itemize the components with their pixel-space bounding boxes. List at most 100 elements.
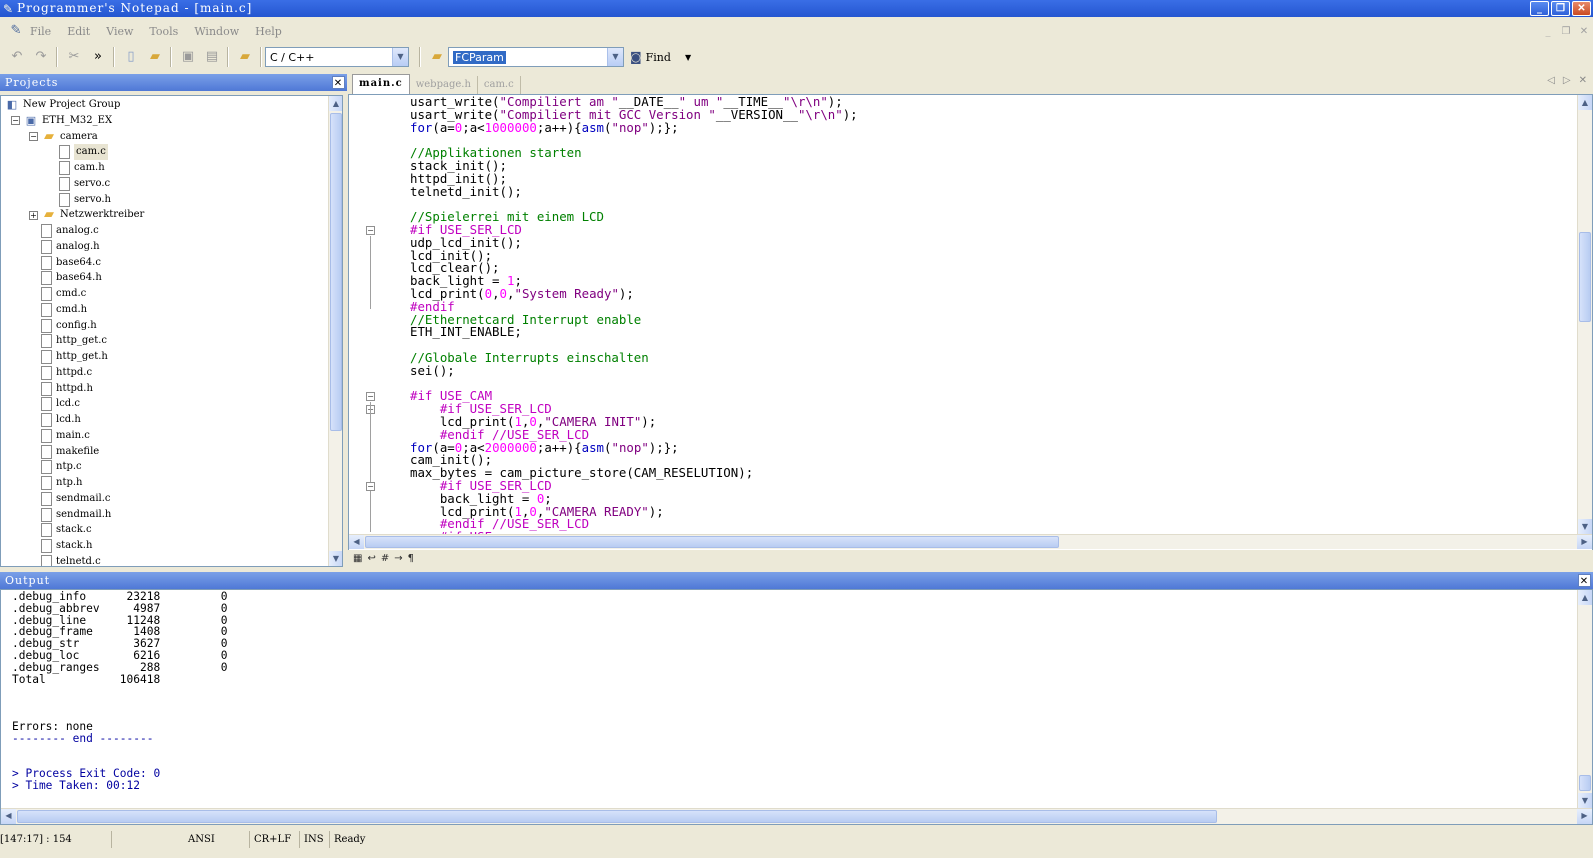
encoding-indicator[interactable]: ANSI <box>184 830 250 848</box>
tree-item[interactable]: sendmail.h <box>41 507 111 523</box>
wrap-toggle-icon[interactable]: ↩ <box>367 553 375 564</box>
tree-item[interactable]: main.c <box>41 428 90 444</box>
search-input[interactable]: FCParam ▼ <box>448 47 624 67</box>
more-tools-chevron-icon[interactable]: » <box>87 46 109 68</box>
close-button[interactable]: ✕ <box>1572 1 1591 16</box>
scroll-right-icon[interactable]: ▶ <box>1577 535 1592 549</box>
mdi-minimize-icon[interactable]: _ <box>1539 26 1557 37</box>
fold-toggle-icon[interactable]: − <box>366 482 375 491</box>
search-folder-icon[interactable]: ▰ <box>426 46 448 68</box>
menu-view[interactable]: View <box>106 25 133 38</box>
fold-toggle-icon[interactable]: − <box>366 392 375 401</box>
output-close-icon[interactable]: ✕ <box>1578 574 1591 587</box>
collapse-icon[interactable]: − <box>29 132 38 141</box>
scroll-left-icon[interactable]: ◀ <box>1 809 16 824</box>
line-ending-indicator[interactable]: CR+LF <box>250 830 300 848</box>
scroll-right-icon[interactable]: ▶ <box>1577 809 1592 824</box>
save-all-icon[interactable]: ▤ <box>201 46 223 68</box>
editor-horizontal-scrollbar[interactable]: ◀ ▶ <box>349 534 1592 549</box>
collapse-icon[interactable]: − <box>11 116 20 126</box>
fold-toggle-icon[interactable]: − <box>366 226 375 235</box>
find-button[interactable]: ◙ Find ▼ <box>630 50 691 64</box>
tree-item[interactable]: stack.h <box>41 538 92 554</box>
tree-item[interactable]: analog.c <box>41 223 99 239</box>
open-project-icon[interactable]: ▰ <box>234 46 256 68</box>
editor-vertical-scrollbar[interactable]: ▲ ▼ <box>1577 95 1592 534</box>
tree-item[interactable]: base64.h <box>41 270 102 286</box>
menu-tools[interactable]: Tools <box>149 25 178 38</box>
tree-item[interactable]: http_get.c <box>41 333 107 349</box>
expand-icon[interactable]: + <box>29 210 38 220</box>
scroll-down-icon[interactable]: ▼ <box>329 551 342 566</box>
scroll-thumb[interactable] <box>365 536 1059 548</box>
tree-item[interactable]: makefile <box>41 444 99 460</box>
tree-item[interactable]: cmd.c <box>41 286 86 302</box>
tree-item[interactable]: stack.c <box>41 522 92 538</box>
tree-item[interactable]: − ▣ ETH_M32_EX <box>11 113 112 129</box>
tree-item[interactable]: ◧ New Project Group <box>5 97 121 113</box>
restore-button[interactable]: ❐ <box>1551 1 1570 16</box>
tab-webpage-h[interactable]: webpage.h <box>410 76 478 95</box>
output-horizontal-scrollbar[interactable]: ◀ ▶ <box>1 808 1592 824</box>
whitespace-icon[interactable]: → <box>394 553 402 564</box>
scroll-thumb[interactable] <box>17 810 1217 823</box>
tree-item[interactable]: cam.h <box>59 160 105 176</box>
tree-item[interactable]: httpd.h <box>41 381 93 397</box>
title-bar[interactable]: ✎ Programmer's Notepad - [main.c] _ ❐ ✕ <box>0 0 1593 17</box>
tree-item[interactable]: telnetd.c <box>41 554 101 566</box>
mdi-restore-icon[interactable]: ❐ <box>1557 26 1575 37</box>
minimize-button[interactable]: _ <box>1530 1 1549 16</box>
tree-item[interactable]: lcd.c <box>41 396 80 412</box>
save-icon[interactable]: ▣ <box>177 46 199 68</box>
tree-item[interactable]: base64.c <box>41 255 101 271</box>
tab-main-c[interactable]: main.c <box>352 74 410 95</box>
tree-item[interactable]: lcd.h <box>41 412 81 428</box>
open-folder-icon[interactable]: ▰ <box>144 46 166 68</box>
tree-item[interactable]: cmd.h <box>41 302 87 318</box>
tree-item[interactable]: analog.h <box>41 239 100 255</box>
scroll-thumb[interactable] <box>1579 775 1591 791</box>
mdi-close-icon[interactable]: ✕ <box>1575 26 1593 37</box>
menu-help[interactable]: Help <box>255 25 282 38</box>
output-text[interactable]: .debug_info 23218 0 .debug_abbrev 4987 0.… <box>12 591 228 792</box>
tree-item[interactable]: http_get.h <box>41 349 108 365</box>
scroll-down-icon[interactable]: ▼ <box>1578 793 1592 808</box>
code-text[interactable]: usart_write("Compiliert am "__DATE__" um… <box>410 95 858 544</box>
menu-edit[interactable]: Edit <box>67 25 90 38</box>
tree-item[interactable]: servo.c <box>59 176 110 192</box>
scroll-down-icon[interactable]: ▼ <box>1578 519 1592 534</box>
find-dropdown-icon[interactable]: ▼ <box>685 53 691 62</box>
new-file-icon[interactable]: ▯ <box>120 46 142 68</box>
menu-file[interactable]: File <box>30 25 51 38</box>
paragraph-icon[interactable]: ¶ <box>408 553 414 564</box>
line-numbers-icon[interactable]: # <box>381 553 389 564</box>
tree-item[interactable]: ntp.c <box>41 459 82 475</box>
chevron-down-icon[interactable]: ▼ <box>607 48 623 66</box>
chevron-down-icon[interactable]: ▼ <box>392 48 408 66</box>
projects-close-icon[interactable]: ✕ <box>332 76 345 89</box>
tree-item[interactable]: + ▰ Netzwerktreiber <box>29 207 144 223</box>
tab-close-icon[interactable]: ✕ <box>1579 75 1587 86</box>
scroll-up-icon[interactable]: ▲ <box>1578 590 1592 605</box>
scroll-thumb[interactable] <box>1579 232 1591 322</box>
wordwrap-icon[interactable]: ▦ <box>353 553 362 564</box>
projects-vertical-scrollbar[interactable]: ▲ ▼ <box>328 96 342 566</box>
tree-item[interactable]: cam.c <box>59 144 108 161</box>
tree-item[interactable]: httpd.c <box>41 365 92 381</box>
tab-next-icon[interactable]: ▷ <box>1563 75 1571 86</box>
menu-window[interactable]: Window <box>194 25 239 38</box>
scheme-select[interactable]: C / C++ ▼ <box>265 47 409 67</box>
tab-prev-icon[interactable]: ◁ <box>1547 75 1555 86</box>
output-vertical-scrollbar[interactable]: ▲ ▼ <box>1577 590 1592 808</box>
tab-cam-c[interactable]: cam.c <box>478 76 521 95</box>
scroll-thumb[interactable] <box>330 113 342 431</box>
scroll-up-icon[interactable]: ▲ <box>329 96 342 111</box>
scroll-up-icon[interactable]: ▲ <box>1578 95 1592 110</box>
tree-item[interactable]: sendmail.c <box>41 491 111 507</box>
cut-icon[interactable]: ✂ <box>63 46 85 68</box>
code-editor[interactable]: − − − − usart_write("Compiliert am "__DA… <box>348 94 1593 567</box>
tree-item[interactable]: ntp.h <box>41 475 82 491</box>
redo-icon[interactable]: ↷ <box>30 46 52 68</box>
tree-item[interactable]: − ▰ camera <box>29 129 98 145</box>
undo-icon[interactable]: ↶ <box>6 46 28 68</box>
